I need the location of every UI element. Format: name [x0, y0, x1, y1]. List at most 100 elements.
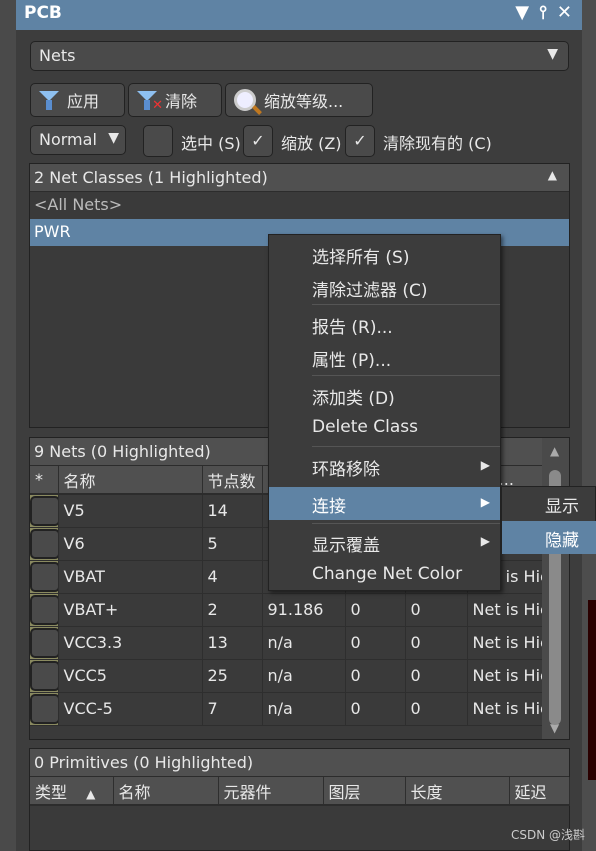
apply-label: 应用 [67, 92, 100, 111]
menu-label: Delete Class [312, 417, 418, 437]
menu-item-change-net-color[interactable]: Change Net Color [269, 559, 500, 592]
menu-item-show-override[interactable]: 显示覆盖 ▶ [269, 526, 500, 559]
net-color-swatch[interactable] [30, 528, 57, 559]
table-cell: 0 [345, 626, 406, 660]
net-color-cell[interactable] [30, 593, 59, 627]
column-header[interactable]: 类型 ▲ [30, 777, 114, 806]
menu-item-properties[interactable]: 属性 (P)... [269, 341, 500, 374]
net-classes-count: 2 Net Classes (1 Highlighted) [34, 168, 268, 187]
table-cell: 91.186 [262, 593, 346, 627]
mode-combo[interactable]: Nets ▼ [30, 41, 569, 71]
clear-label: 清除 [165, 92, 198, 111]
zoom-level-label: 缩放等级... [264, 92, 344, 111]
net-color-cell[interactable] [30, 692, 59, 726]
column-header[interactable]: 名称 [58, 466, 203, 495]
submenu-item-hide[interactable]: 隐藏 [502, 521, 596, 554]
menu-label: 显示 [545, 497, 579, 517]
menu-label: 环路移除 [312, 460, 380, 480]
table-cell: n/a [262, 659, 346, 693]
column-header[interactable]: 图层 [323, 777, 406, 806]
column-header[interactable]: 节点数 [202, 466, 263, 495]
list-item[interactable]: <All Nets> [30, 192, 569, 219]
connections-submenu: 显示 隐藏 [501, 486, 596, 554]
class-name: PWR [34, 222, 71, 241]
net-color-cell[interactable] [30, 659, 59, 693]
collapse-icon[interactable]: ▲ [548, 168, 557, 182]
context-menu: 选择所有 (S) 清除过滤器 (C) 报告 (R)... 属性 (P)... 添… [268, 234, 501, 591]
mode-combo-value: Nets [39, 46, 76, 65]
menu-item-loop-removal[interactable]: 环路移除 ▶ [269, 450, 500, 483]
dropdown-icon[interactable]: ▼ [515, 2, 529, 23]
table-cell: 0 [405, 692, 468, 726]
column-header[interactable]: 长度 [405, 777, 510, 806]
menu-item-select-all[interactable]: 选择所有 (S) [269, 238, 500, 271]
panel-title-bar: PCB ▼ ⫯ ✕ [16, 0, 582, 30]
net-color-swatch[interactable] [30, 495, 57, 526]
pin-icon[interactable]: ⫯ [539, 2, 547, 23]
select-label: 选中 (S) [181, 134, 241, 153]
submenu-arrow-icon: ▶ [480, 534, 490, 548]
column-header[interactable]: 延迟 [509, 777, 570, 806]
menu-item-add-class[interactable]: 添加类 (D) [269, 379, 500, 412]
menu-label: Change Net Color [312, 564, 463, 584]
table-row[interactable]: VCC-5 7 n/a 0 0 Net is Hic [30, 692, 543, 726]
select-checkbox[interactable] [143, 125, 173, 157]
net-color-swatch[interactable] [30, 561, 57, 592]
chevron-down-icon: ▼ [547, 46, 558, 62]
menu-label: 添加类 (D) [312, 389, 395, 409]
table-cell: 0 [345, 593, 406, 627]
menu-item-report[interactable]: 报告 (R)... [269, 308, 500, 341]
filter-icon [39, 89, 59, 111]
menu-item-clear-filter[interactable]: 清除过滤器 (C) [269, 271, 500, 304]
table-cell: 0 [345, 659, 406, 693]
column-label: 类型 [35, 782, 68, 802]
table-row[interactable]: VCC3.3 13 n/a 0 0 Net is Hic [30, 626, 543, 660]
net-color-swatch[interactable] [30, 594, 57, 625]
net-color-cell[interactable] [30, 494, 59, 528]
scroll-up-icon[interactable]: ▲ [550, 444, 559, 458]
sort-ascending-icon: ▲ [86, 786, 96, 801]
table-cell: V5 [58, 494, 203, 528]
table-cell: VCC3.3 [58, 626, 203, 660]
table-cell: VCC5 [58, 659, 203, 693]
zoom-level-button[interactable]: 缩放等级... [225, 83, 373, 117]
menu-item-delete-class[interactable]: Delete Class [269, 412, 500, 445]
column-header[interactable]: 名称 [113, 777, 219, 806]
net-color-cell[interactable] [30, 560, 59, 594]
column-header[interactable]: * [30, 466, 59, 495]
menu-label: 连接 [312, 497, 346, 517]
zoom-checkbox[interactable]: ✓ [243, 125, 273, 157]
clear-existing-label: 清除现有的 (C) [383, 134, 492, 153]
net-color-swatch[interactable] [30, 660, 57, 691]
menu-item-connections[interactable]: 连接 ▶ [269, 487, 500, 520]
table-cell: 7 [202, 692, 263, 726]
zoom-label: 缩放 (Z) [281, 134, 342, 153]
clear-button[interactable]: ✕ 清除 [128, 83, 222, 117]
primitives-table: 0 Primitives (0 Highlighted) 类型 ▲ 名称 元器件… [29, 748, 570, 851]
submenu-arrow-icon: ▶ [480, 458, 490, 472]
net-color-cell[interactable] [30, 527, 59, 561]
left-edge [0, 0, 16, 851]
table-cell: V6 [58, 527, 203, 561]
submenu-arrow-icon: ▶ [480, 495, 490, 509]
net-color-cell[interactable] [30, 626, 59, 660]
table-row[interactable]: VBAT+ 2 91.186 0 0 Net is Hic [30, 593, 543, 627]
apply-button[interactable]: 应用 [30, 83, 125, 117]
close-icon[interactable]: ✕ [557, 2, 572, 23]
table-cell: Net is Hic [467, 659, 543, 693]
net-color-swatch[interactable] [30, 693, 57, 724]
clear-existing-checkbox[interactable]: ✓ [345, 125, 375, 157]
submenu-item-show[interactable]: 显示 [502, 487, 596, 520]
table-cell: 0 [405, 593, 468, 627]
table-cell: 5 [202, 527, 263, 561]
table-row[interactable]: VCC5 25 n/a 0 0 Net is Hic [30, 659, 543, 693]
filter-mode-dropdown[interactable]: Normal ▼ [30, 125, 126, 155]
table-cell: 0 [405, 626, 468, 660]
net-classes-header: 2 Net Classes (1 Highlighted) ▲ [30, 164, 569, 192]
table-cell: n/a [262, 692, 346, 726]
menu-separator [312, 523, 500, 524]
menu-separator [312, 375, 500, 376]
column-header[interactable]: 元器件 [218, 777, 324, 806]
net-color-swatch[interactable] [30, 627, 57, 658]
table-cell: 2 [202, 593, 263, 627]
